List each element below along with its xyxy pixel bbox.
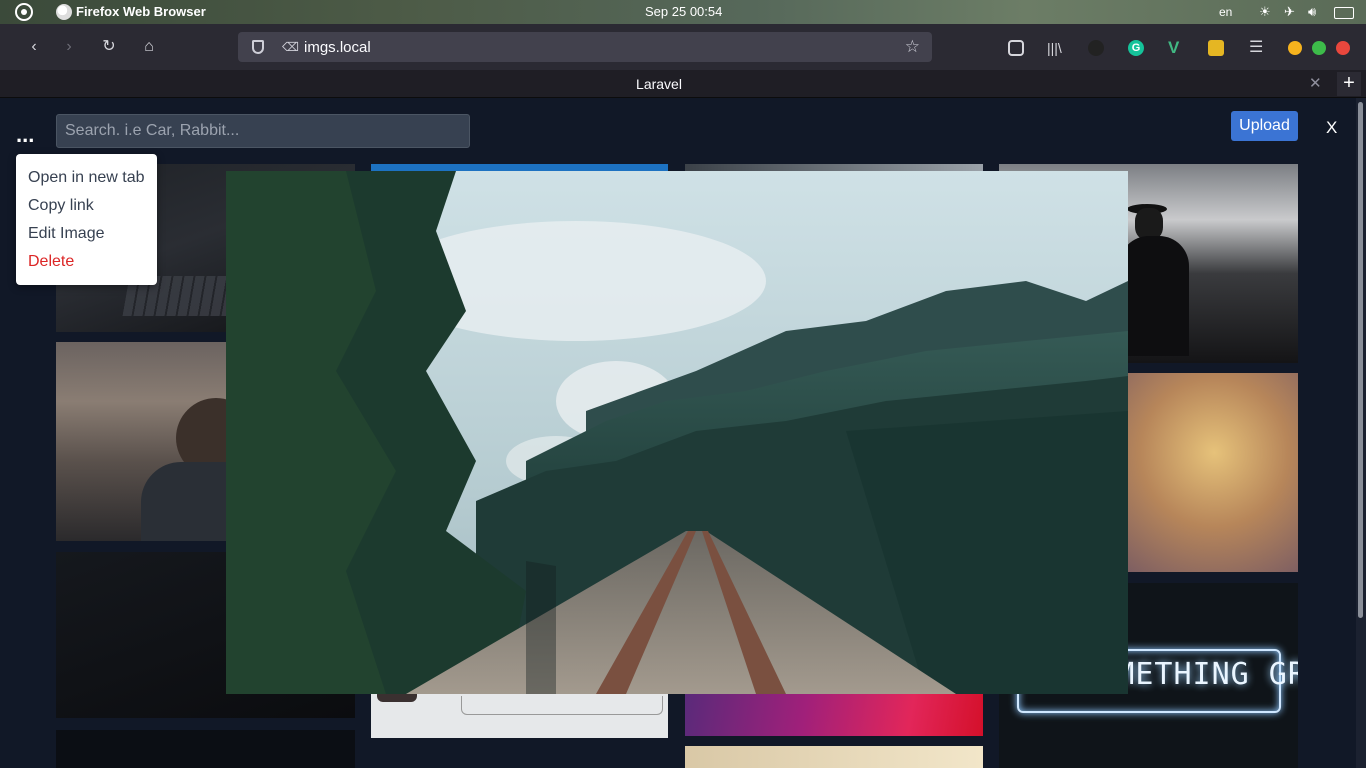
tab-laravel[interactable]: Laravel — [0, 76, 1318, 92]
maximize-window-button[interactable] — [1312, 41, 1326, 55]
battery-icon[interactable] — [1334, 7, 1354, 19]
new-tab-button[interactable]: + — [1337, 72, 1361, 96]
gallery-tile-light[interactable] — [685, 746, 983, 768]
insecure-connection-icon[interactable]: ⌫ — [282, 40, 299, 54]
menu-item-edit-image[interactable]: Edit Image — [28, 225, 104, 243]
gallery-tile-dark-2[interactable] — [56, 730, 355, 768]
keyboard-language[interactable]: en — [1219, 5, 1232, 19]
forward-icon[interactable]: › — [60, 38, 78, 56]
scrollbar-thumb[interactable] — [1358, 102, 1363, 618]
reload-icon[interactable]: ↻ — [100, 38, 118, 56]
image-preview-modal[interactable] — [226, 171, 1128, 694]
menu-item-delete[interactable]: Delete — [28, 253, 74, 271]
page-content: DO SOMETHING GREAT — [0, 98, 1356, 768]
active-app-name[interactable]: Firefox Web Browser — [76, 4, 206, 19]
upload-button[interactable]: Upload — [1231, 111, 1298, 141]
library-icon[interactable]: |||\ — [1047, 40, 1063, 56]
gallery-tile-gradient[interactable] — [685, 694, 983, 736]
tab-strip: Laravel ✕ — [0, 70, 1366, 98]
airplane-mode-icon[interactable]: ✈ — [1284, 4, 1295, 20]
volume-icon[interactable]: 🔊︎ — [1308, 4, 1316, 20]
url-bar[interactable]: ⌫ imgs.local ☆ — [238, 32, 932, 62]
os-top-bar: Firefox Web Browser Sep 25 00:54 en ☀ ✈ … — [0, 0, 1366, 24]
vue-devtools-icon[interactable]: V — [1168, 39, 1184, 56]
image-context-menu: Open in new tab Copy link Edit Image Del… — [16, 154, 157, 285]
tab-close-icon[interactable]: ✕ — [1309, 74, 1322, 92]
color-picker-icon[interactable] — [1208, 40, 1224, 56]
back-icon[interactable]: ‹ — [25, 38, 43, 56]
firefox-app-icon — [56, 4, 72, 20]
hamburger-menu-icon[interactable]: ☰ — [1249, 40, 1265, 56]
pocket-icon[interactable] — [1008, 40, 1024, 56]
home-icon[interactable]: ⌂ — [140, 38, 158, 56]
gallery-tile-desk[interactable] — [371, 694, 668, 738]
brightness-icon[interactable]: ☀ — [1259, 4, 1271, 20]
url-text[interactable]: imgs.local — [304, 39, 371, 56]
ubuntu-logo-icon[interactable] — [15, 3, 33, 21]
search-input[interactable] — [56, 114, 470, 148]
clock[interactable]: Sep 25 00:54 — [645, 4, 722, 19]
preview-image — [226, 171, 1128, 694]
more-options-button[interactable]: ... — [16, 124, 34, 146]
page-scrollbar[interactable] — [1356, 98, 1366, 768]
bookmark-star-icon[interactable]: ☆ — [905, 37, 920, 57]
menu-item-open-new-tab[interactable]: Open in new tab — [28, 169, 145, 187]
extension-icon[interactable] — [1088, 40, 1104, 56]
tracking-protection-shield-icon[interactable] — [252, 40, 264, 54]
grammarly-icon[interactable]: G — [1128, 40, 1144, 56]
close-window-button[interactable] — [1336, 41, 1350, 55]
menu-item-copy-link[interactable]: Copy link — [28, 197, 94, 215]
close-preview-button[interactable]: X — [1326, 118, 1337, 138]
minimize-window-button[interactable] — [1288, 41, 1302, 55]
